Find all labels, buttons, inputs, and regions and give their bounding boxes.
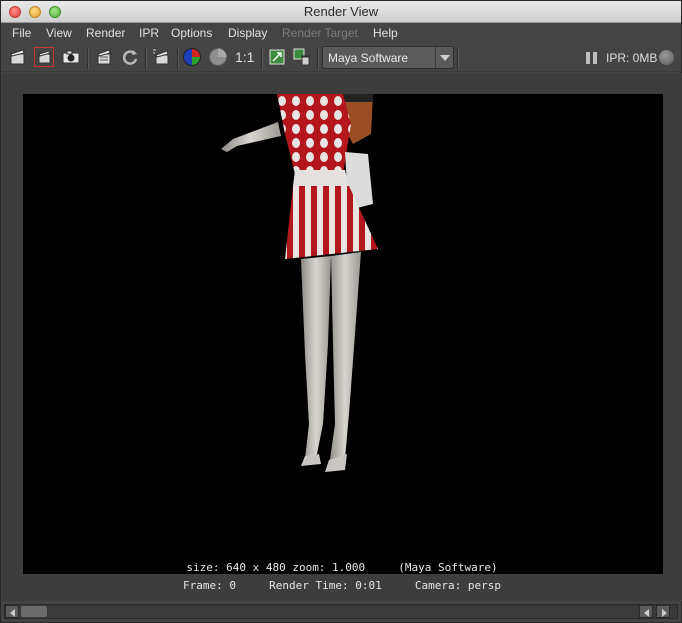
scrollbar-thumb[interactable] [21,606,47,617]
render-region-icon[interactable] [34,47,54,67]
render-image [23,94,663,574]
menu-file[interactable]: File [12,26,31,40]
window-title: Render View [303,4,379,19]
render-sequence-icon[interactable] [151,47,171,67]
toolbar-separator [261,47,263,69]
horizontal-scrollbar[interactable] [4,604,678,619]
render-viewport[interactable]: size: 640 x 480 zoom: 1.000 (Maya Softwa… [2,73,682,601]
ipr-render-icon[interactable] [94,47,114,67]
render-status-line: Frame: 0 Render Time: 0:01 Camera: persp [2,579,682,592]
menu-render[interactable]: Render [86,26,125,40]
toolbar-separator [317,47,319,69]
menu-render-target: Render Target [282,26,358,40]
refresh-ipr-icon[interactable] [120,47,140,67]
frame-info: Frame: 0 [183,579,237,592]
toolbar: 1:1 Maya Software IPR: 0MB [1,44,681,72]
render-time-info: Render Time: 0:01 [269,579,382,592]
toolbar-separator [177,47,179,69]
ipr-memory-readout: IPR: 0MB [606,51,658,65]
keep-image-icon[interactable] [267,47,287,67]
menu-ipr[interactable]: IPR [139,26,159,40]
rgb-channels-icon[interactable] [182,47,202,67]
title-bar: Render View [1,1,681,23]
redo-render-icon[interactable] [8,47,28,67]
rendered-character [221,94,378,472]
chevron-down-icon[interactable] [435,47,453,68]
pause-ipr-icon[interactable] [586,52,597,64]
menu-display[interactable]: Display [228,26,267,40]
render-view-window: Render View File View Render IPR Options… [0,0,682,623]
scroll-left-arrow-icon[interactable] [5,605,19,618]
menu-bar: File View Render IPR Options Display Ren… [1,23,681,44]
menu-help[interactable]: Help [373,26,398,40]
real-size-button[interactable]: 1:1 [235,49,254,65]
scroll-left-arrow-icon[interactable] [639,605,653,618]
menu-options[interactable]: Options [171,26,212,40]
menu-view[interactable]: View [46,26,72,40]
camera-info: Camera: persp [414,579,501,592]
toolbar-separator [145,47,147,69]
renderer-dropdown-value: Maya Software [328,51,409,65]
toolbar-separator [457,47,459,69]
alpha-channel-icon[interactable] [208,47,228,67]
render-size-info: size: 640 x 480 zoom: 1.000 (Maya Softwa… [186,561,498,574]
ipr-status-light [659,50,674,65]
remove-image-icon[interactable] [292,47,312,67]
renderer-dropdown[interactable]: Maya Software [322,46,454,69]
scroll-right-arrow-icon[interactable] [656,605,670,618]
snapshot-icon[interactable] [61,47,81,67]
toolbar-separator [87,47,89,69]
